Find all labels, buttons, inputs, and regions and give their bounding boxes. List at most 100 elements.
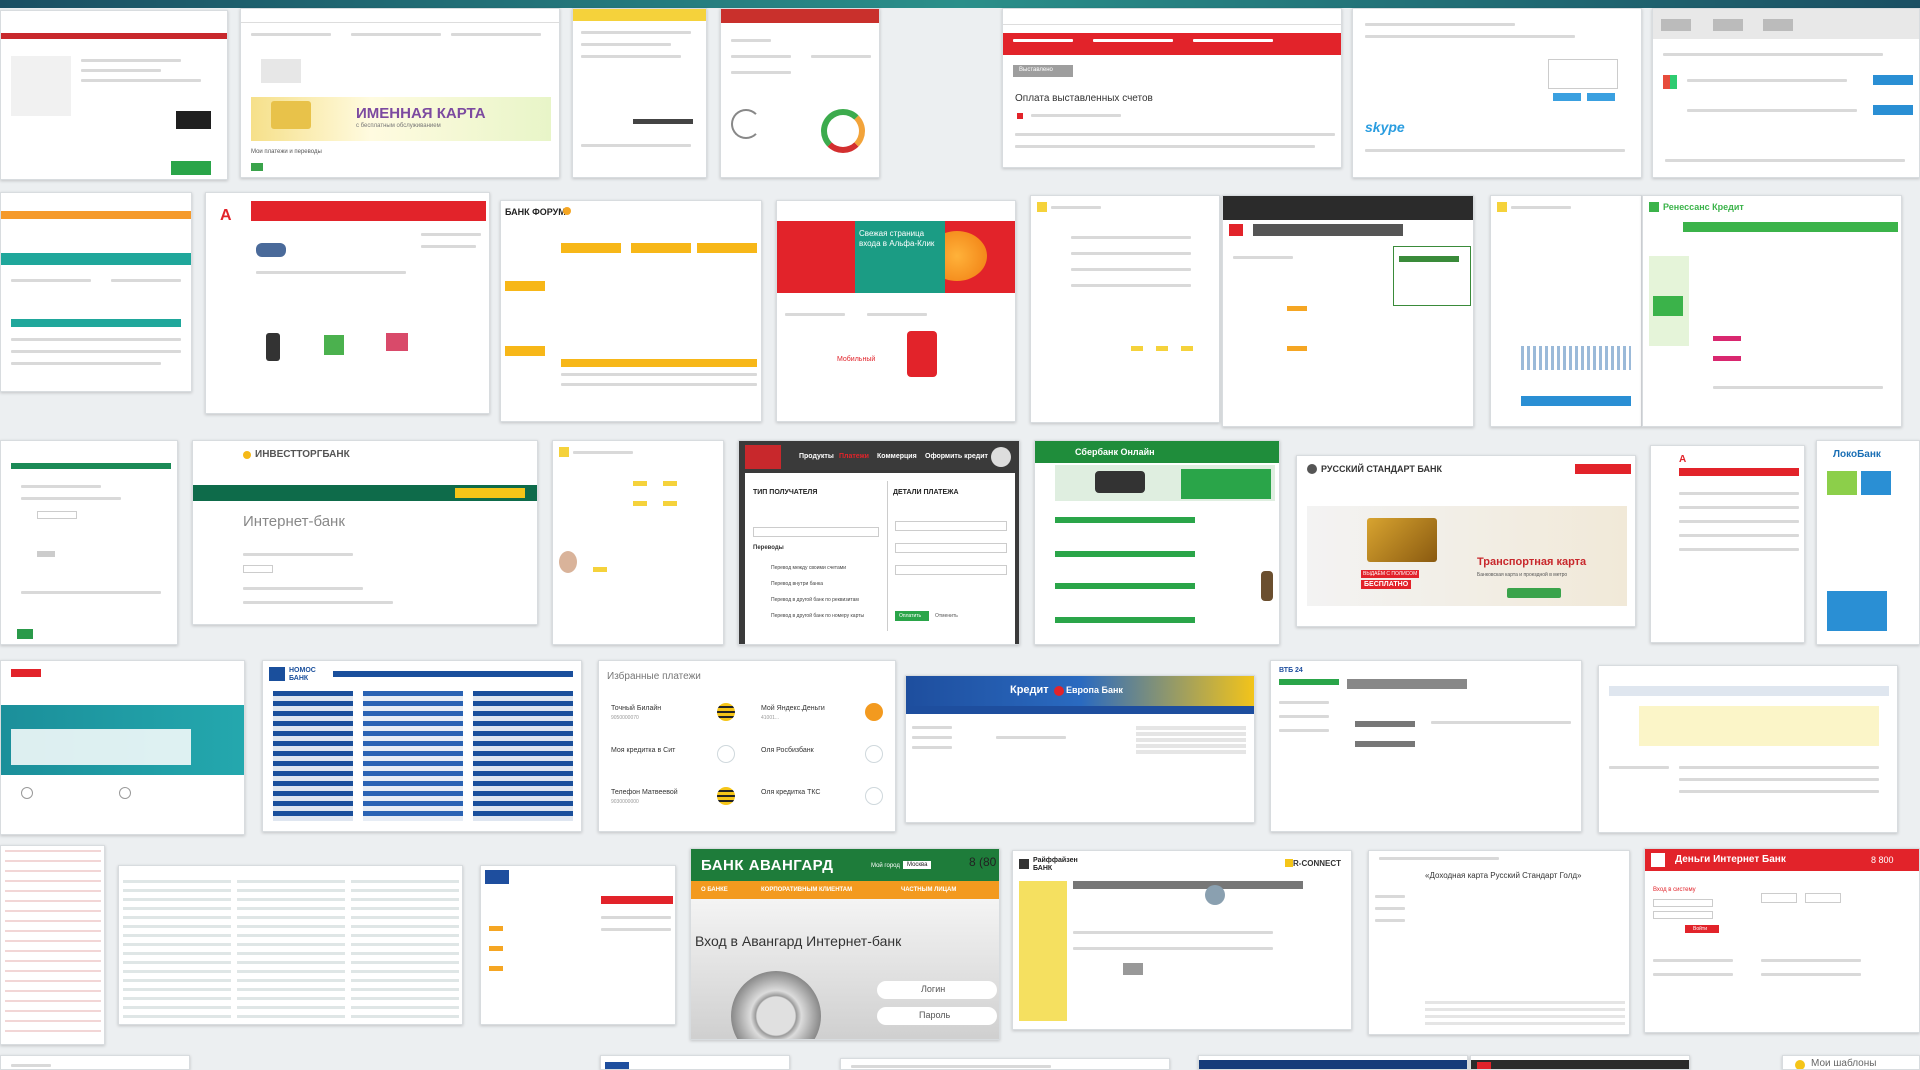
dengi-login-field[interactable] xyxy=(1653,899,1713,907)
thumbnail-partial-templates[interactable]: Мои шаблоны xyxy=(1782,1055,1920,1070)
thumbnail-partial-vtb[interactable] xyxy=(600,1055,790,1070)
gauge-chart xyxy=(821,109,865,153)
favorite-yandex[interactable]: Мой Яндекс.Деньги xyxy=(761,705,825,712)
cancel-payment-button[interactable]: Отменить xyxy=(935,613,958,619)
thumbnail-vtb24-home[interactable] xyxy=(480,865,676,1025)
nav-corporate[interactable]: КОРПОРАТИВНЫМ КЛИЕНТАМ xyxy=(761,887,852,893)
recipient-search-input[interactable] xyxy=(753,527,879,537)
avatar xyxy=(559,551,577,573)
car-image xyxy=(256,243,286,257)
nav-payments[interactable]: Платежи xyxy=(839,453,869,460)
thumbnail-nomos-bank[interactable]: НОМОС БАНК xyxy=(262,660,582,832)
thumbnail-vtb24-transfers[interactable]: ВТБ 24 xyxy=(1270,660,1582,832)
alfa-click-promo: Свежая страница входа в Альфа-Клик xyxy=(859,229,935,248)
thumbnail-reports-grid[interactable] xyxy=(118,865,463,1025)
favorite-beeline-sub: 9050000070 xyxy=(611,715,639,721)
vtb24-logo: ВТБ 24 xyxy=(1279,667,1303,674)
windows-icon xyxy=(1663,75,1677,89)
chart-bars xyxy=(1521,346,1631,370)
payments-footer: Мои платежи и переводы xyxy=(251,149,322,155)
nav-private[interactable]: ЧАСТНЫМ ЛИЦАМ xyxy=(901,887,956,893)
transfer-option-internal[interactable]: Перевод внутри банка xyxy=(771,581,823,587)
transport-card-sub: Банковская карта и проездной в метро xyxy=(1477,572,1568,578)
thumbnail-partial-dark-blue[interactable] xyxy=(1198,1055,1468,1070)
thumbnail-green-login[interactable] xyxy=(0,440,178,645)
thumbnail-partial-dark-red[interactable] xyxy=(1470,1055,1690,1070)
favorite-tks[interactable]: Оля кредитка ТКС xyxy=(761,789,820,796)
dengi-login-button-label: Войти xyxy=(1693,926,1707,932)
nav-about-bank[interactable]: О БАНКЕ xyxy=(701,887,728,893)
investtorgbank-title: Интернет-банк xyxy=(243,513,345,530)
thumbnail-dengi-bank[interactable]: Деньги Интернет Банк 8 800 Вход в систем… xyxy=(1644,848,1920,1033)
credit-europe-logo: Кредит xyxy=(1010,684,1049,696)
investtorgbank-logo: ИНВЕСТТОРГБАНК xyxy=(255,449,350,460)
dengi-password-field[interactable] xyxy=(1653,911,1713,919)
beeline-icon-2 xyxy=(717,787,735,805)
dengi-icon xyxy=(1651,853,1665,867)
favorite-beeline[interactable]: Точный Билайн xyxy=(611,705,661,712)
bill-payment-tab[interactable]: Выставлено xyxy=(1019,67,1053,73)
thumbnail-investtorgbank[interactable]: ИНВЕСТТОРГБАНК Интернет-банк xyxy=(192,440,538,625)
thumbnail-bank-forum[interactable]: БАНК ФОРУМ xyxy=(500,200,762,422)
thumbnail-payment-form[interactable]: Продукты Платежи Коммерция Оформить кред… xyxy=(738,440,1020,645)
rosbizbank-icon xyxy=(865,745,883,763)
thumbnail-raiffeisen-connect[interactable]: Райффайзен БАНК R-CONNECT xyxy=(1012,850,1352,1030)
nav-products[interactable]: Продукты xyxy=(799,453,834,460)
thumbnail-skype-settings[interactable]: skype xyxy=(1352,8,1642,178)
city-label: Мой город xyxy=(871,863,900,869)
thumbnail-dark-header-app[interactable] xyxy=(1222,195,1474,427)
favorite-matveeva[interactable]: Телефон Матвеевой xyxy=(611,789,678,796)
thumbnail-tinkoff-list[interactable] xyxy=(572,8,707,178)
named-card-banner-sub: с бесплатным обслуживанием xyxy=(356,123,441,129)
thumbnail-mts-bank[interactable] xyxy=(0,660,245,835)
thumbnail-russian-standard-gold[interactable]: «Доходная карта Русский Стандарт Голд» xyxy=(1368,850,1630,1035)
dengi-phone: 8 800 xyxy=(1871,855,1894,865)
thumbnail-alfa-tables[interactable]: A xyxy=(1650,445,1805,643)
thumbnail-tinkoff-profile[interactable] xyxy=(552,440,724,645)
thumbnail-avangard-login[interactable]: БАНК АВАНГАРД Мой город Москва 8 (80 О Б… xyxy=(690,848,1000,1040)
thumbnail-bill-payment[interactable]: Выставлено Оплата выставленных счетов xyxy=(1002,8,1342,168)
thumbnail-partial-mastercard[interactable] xyxy=(0,1055,190,1070)
transfer-option-external[interactable]: Перевод в другой банк по реквизитам xyxy=(771,597,859,603)
sberbank-logo: Сбербанк Онлайн xyxy=(1075,447,1155,457)
thumbnail-tinkoff-table[interactable] xyxy=(1030,195,1220,423)
badge-pre: ВЫДАЁМ С ПОЛИСОМ xyxy=(1361,570,1420,578)
thumbnail-alfa-car-page[interactable]: A xyxy=(205,192,490,414)
thumbnail-favorite-payments[interactable]: Избранные платежи Точный Билайн 90500000… xyxy=(598,660,896,832)
city-value[interactable]: Москва xyxy=(903,861,932,869)
amount-field[interactable] xyxy=(895,521,1007,531)
nav-apply-credit[interactable]: Оформить кредит xyxy=(925,453,988,460)
nav-commerce[interactable]: Коммерция xyxy=(877,453,917,460)
payment-details-heading: ДЕТАЛИ ПЛАТЕЖА xyxy=(893,489,959,496)
thumbnail-red-bank-page[interactable] xyxy=(0,10,228,180)
thumbnail-renaissance-credit[interactable]: Ренессанс Кредит xyxy=(1642,195,1902,427)
russian-standard-logo: РУССКИЙ СТАНДАРТ БАНК xyxy=(1321,464,1443,474)
thumbnail-tinkoff-chart[interactable] xyxy=(1490,195,1642,427)
mascot-image xyxy=(1261,571,1273,601)
thumbnail-yellow-settings[interactable] xyxy=(1598,665,1898,833)
learn-more-button[interactable] xyxy=(1507,588,1561,598)
thumbnail-partial-list[interactable] xyxy=(840,1058,1170,1070)
favorite-payments-title: Избранные платежи xyxy=(607,671,701,682)
thumbnail-statement-grid[interactable] xyxy=(0,845,105,1045)
card-image xyxy=(271,101,311,129)
thumbnail-windows-setup[interactable] xyxy=(1652,8,1920,178)
sum-field[interactable] xyxy=(895,565,1007,575)
login-title: Вход в систему xyxy=(1653,887,1696,893)
bank-forum-logo: БАНК ФОРУМ xyxy=(505,207,566,217)
transfer-option-card[interactable]: Перевод в другой банк по номеру карты xyxy=(771,613,864,619)
thumbnail-account-dashboard[interactable] xyxy=(720,8,880,178)
thumbnail-russian-standard[interactable]: РУССКИЙ СТАНДАРТ БАНК ВЫДАЁМ С ПОЛИСОМ Б… xyxy=(1296,455,1636,627)
account-field[interactable] xyxy=(895,543,1007,553)
alfa-logo-small: A xyxy=(1679,454,1687,465)
favorite-citi[interactable]: Моя кредитка в Сит xyxy=(611,747,675,754)
transfer-option-own[interactable]: Перевод между своими счетами xyxy=(771,565,846,571)
thumbnail-sberbank-online[interactable]: Сбербанк Онлайн xyxy=(1034,440,1280,645)
user-avatar[interactable] xyxy=(991,447,1011,467)
thumbnail-europa-bank[interactable]: Кредит Европа Банк xyxy=(905,675,1255,823)
thumbnail-named-card-page[interactable]: ИМЕННАЯ КАРТА с бесплатным обслуживанием… xyxy=(240,8,560,178)
thumbnail-teal-accounts[interactable] xyxy=(0,192,192,392)
thumbnail-lokobank[interactable]: ЛокоБанк xyxy=(1816,440,1920,645)
thumbnail-alfa-click[interactable]: Свежая страница входа в Альфа-Клик Мобил… xyxy=(776,200,1016,422)
favorite-rosbizbank[interactable]: Оля Росбизбанк xyxy=(761,747,814,754)
